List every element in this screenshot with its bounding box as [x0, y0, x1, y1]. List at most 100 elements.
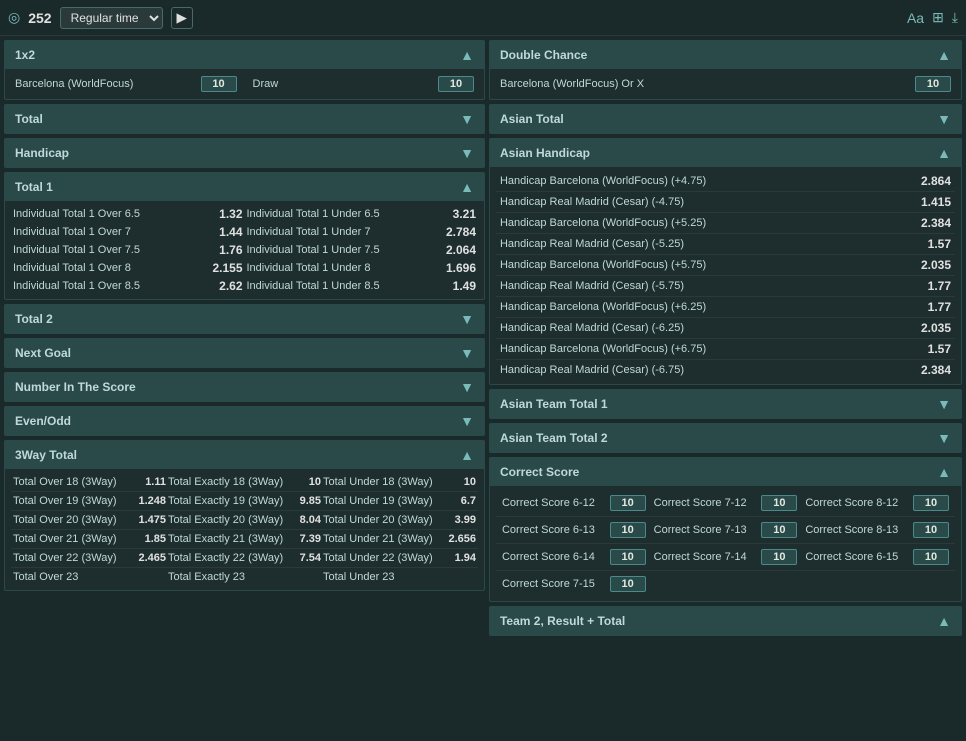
- section-asian-team-total2-header[interactable]: Asian Team Total 2 ▼: [490, 424, 961, 452]
- cs-1-1-odds[interactable]: 10: [761, 522, 797, 538]
- cs-1-2[interactable]: Correct Score 8-13 10: [801, 520, 953, 540]
- grid-button[interactable]: ⊞: [932, 9, 944, 26]
- bet-right-2[interactable]: Individual Total 1 Under 7.5 2.064: [245, 241, 479, 259]
- section-asian-handicap-header[interactable]: Asian Handicap ▲: [490, 139, 961, 167]
- cs-0-0-odds[interactable]: 10: [610, 495, 646, 511]
- download-button[interactable]: ⤓: [952, 9, 958, 26]
- cs-1-0[interactable]: Correct Score 6-13 10: [498, 520, 650, 540]
- cs-2-2[interactable]: Correct Score 6-15 10: [801, 547, 953, 567]
- section-double-chance-header[interactable]: Double Chance ▲: [490, 41, 961, 69]
- bet-3way-3-col3[interactable]: Total Under 21 (3Way) 2.656: [323, 533, 476, 545]
- bet-3way-5-col3[interactable]: Total Under 23: [323, 571, 476, 583]
- bet-left-0[interactable]: Individual Total 1 Over 6.5 1.32: [11, 205, 245, 223]
- section-3way-total-header[interactable]: 3Way Total ▲: [5, 441, 484, 469]
- bet-3way-1-col3[interactable]: Total Under 19 (3Way) 6.7: [323, 495, 476, 507]
- section-1x2-header[interactable]: 1x2 ▲: [5, 41, 484, 69]
- bet-left-3[interactable]: Individual Total 1 Over 8 2.155: [11, 259, 245, 277]
- bet-3way-4-col1[interactable]: Total Over 22 (3Way) 2.465: [13, 552, 166, 564]
- bet-3way-1-col1[interactable]: Total Over 19 (3Way) 1.248: [13, 495, 166, 507]
- section-even-odd-header[interactable]: Even/Odd ▼: [5, 407, 484, 435]
- section-total2-header[interactable]: Total 2 ▼: [5, 305, 484, 333]
- section-total-header[interactable]: Total ▼: [5, 105, 484, 133]
- bet-3way-5-col2[interactable]: Total Exactly 23: [168, 571, 321, 583]
- section-total1-header[interactable]: Total 1 ▲: [5, 173, 484, 201]
- bet-asian-h-6[interactable]: Handicap Barcelona (WorldFocus) (+6.25) …: [496, 297, 955, 318]
- bet-3way-2-col1[interactable]: Total Over 20 (3Way) 1.475: [13, 514, 166, 526]
- cs-1-1-name: Correct Score 7-13: [654, 524, 747, 536]
- bet-asian-h-8[interactable]: Handicap Barcelona (WorldFocus) (+6.75) …: [496, 339, 955, 360]
- section-asian-team-total2-arrow: ▼: [937, 430, 951, 446]
- bet-asian-h-4[interactable]: Handicap Barcelona (WorldFocus) (+5.75) …: [496, 255, 955, 276]
- section-1x2-body: Barcelona (WorldFocus) 10 Draw 10: [5, 69, 484, 99]
- bet-3way-3-col1[interactable]: Total Over 21 (3Way) 1.85: [13, 533, 166, 545]
- bet-3way-3-col2[interactable]: Total Exactly 21 (3Way) 7.39: [168, 533, 321, 545]
- section-asian-total-header[interactable]: Asian Total ▼: [490, 105, 961, 133]
- bet-right-4[interactable]: Individual Total 1 Under 8.5 1.49: [245, 277, 479, 295]
- bet-left-2[interactable]: Individual Total 1 Over 7.5 1.76: [11, 241, 245, 259]
- section-total-arrow: ▼: [460, 111, 474, 127]
- section-total1-arrow: ▲: [460, 179, 474, 195]
- section-handicap-header[interactable]: Handicap ▼: [5, 139, 484, 167]
- bet-row-barcelona[interactable]: Barcelona (WorldFocus) 10 Draw 10: [11, 73, 478, 95]
- section-asian-total: Asian Total ▼: [489, 104, 962, 134]
- cs-1-0-odds[interactable]: 10: [610, 522, 646, 538]
- bet-3way-4-col2[interactable]: Total Exactly 22 (3Way) 7.54: [168, 552, 321, 564]
- bet-left-1[interactable]: Individual Total 1 Over 7 1.44: [11, 223, 245, 241]
- section-number-score-header[interactable]: Number In The Score ▼: [5, 373, 484, 401]
- play-button[interactable]: ▶: [171, 7, 193, 29]
- bet-asian-h-2[interactable]: Handicap Barcelona (WorldFocus) (+5.25) …: [496, 213, 955, 234]
- bet-asian-h-8-odds: 1.57: [915, 342, 951, 356]
- bet-asian-h-5[interactable]: Handicap Real Madrid (Cesar) (-5.75) 1.7…: [496, 276, 955, 297]
- bet-odds-barcelona-x[interactable]: 10: [915, 76, 951, 92]
- bet-odds-left-3: 2.155: [207, 261, 243, 275]
- cs-0-2-odds[interactable]: 10: [913, 495, 949, 511]
- bet-right-3[interactable]: Individual Total 1 Under 8 1.696: [245, 259, 479, 277]
- bet-left-4[interactable]: Individual Total 1 Over 8.5 2.62: [11, 277, 245, 295]
- section-team2-result-total-header[interactable]: Team 2, Result + Total ▲: [490, 607, 961, 635]
- bet-3way-1-col2[interactable]: Total Exactly 19 (3Way) 9.85: [168, 495, 321, 507]
- bet-3way-2-col3[interactable]: Total Under 20 (3Way) 3.99: [323, 514, 476, 526]
- section-team2-result-total-title: Team 2, Result + Total: [500, 614, 625, 628]
- cs-0-2[interactable]: Correct Score 8-12 10: [801, 493, 953, 513]
- cs-2-1[interactable]: Correct Score 7-14 10: [650, 547, 802, 567]
- bet-3way-5-col1[interactable]: Total Over 23: [13, 571, 166, 583]
- cs-0-1[interactable]: Correct Score 7-12 10: [650, 493, 802, 513]
- cs-2-0-odds[interactable]: 10: [610, 549, 646, 565]
- cs-0-0[interactable]: Correct Score 6-12 10: [498, 493, 650, 513]
- time-filter-select[interactable]: Regular time: [60, 7, 163, 29]
- text-size-button[interactable]: Aa: [907, 10, 924, 26]
- cs-0-1-odds[interactable]: 10: [761, 495, 797, 511]
- section-correct-score-header[interactable]: Correct Score ▲: [490, 458, 961, 486]
- cs-2-1-odds[interactable]: 10: [761, 549, 797, 565]
- bet-pair-0: Individual Total 1 Over 6.5 1.32 Individ…: [11, 205, 478, 223]
- cs-1-1[interactable]: Correct Score 7-13 10: [650, 520, 802, 540]
- section-next-goal-header[interactable]: Next Goal ▼: [5, 339, 484, 367]
- bet-3way-4-col3[interactable]: Total Under 22 (3Way) 1.94: [323, 552, 476, 564]
- bet-right-1[interactable]: Individual Total 1 Under 7 2.784: [245, 223, 479, 241]
- cs-1-2-odds[interactable]: 10: [913, 522, 949, 538]
- bet-row-barcelona-x[interactable]: Barcelona (WorldFocus) Or X 10: [496, 73, 955, 95]
- bet-asian-h-3[interactable]: Handicap Real Madrid (Cesar) (-5.25) 1.5…: [496, 234, 955, 255]
- cs-3-0[interactable]: Correct Score 7-15 10: [498, 574, 650, 594]
- bet-odds-draw[interactable]: 10: [438, 76, 474, 92]
- bet-3way-1-col2-odds: 9.85: [289, 495, 321, 507]
- match-number: 252: [28, 10, 51, 26]
- bet-3way-0-col3[interactable]: Total Under 18 (3Way) 10: [323, 476, 476, 488]
- bet-3way-0-col1[interactable]: Total Over 18 (3Way) 1.11: [13, 476, 166, 488]
- cs-2-2-odds[interactable]: 10: [913, 549, 949, 565]
- bet-asian-h-9[interactable]: Handicap Real Madrid (Cesar) (-6.75) 2.3…: [496, 360, 955, 380]
- section-asian-team-total1-header[interactable]: Asian Team Total 1 ▼: [490, 390, 961, 418]
- bet-3way-2-col2[interactable]: Total Exactly 20 (3Way) 8.04: [168, 514, 321, 526]
- bet-3way-0-col2[interactable]: Total Exactly 18 (3Way) 10: [168, 476, 321, 488]
- bet-asian-h-0[interactable]: Handicap Barcelona (WorldFocus) (+4.75) …: [496, 171, 955, 192]
- bet-right-0[interactable]: Individual Total 1 Under 6.5 3.21: [245, 205, 479, 223]
- section-1x2: 1x2 ▲ Barcelona (WorldFocus) 10 Draw 10: [4, 40, 485, 100]
- cs-3-0-odds[interactable]: 10: [610, 576, 646, 592]
- bet-3way-0: Total Over 18 (3Way) 1.11 Total Exactly …: [11, 473, 478, 492]
- cs-2-0[interactable]: Correct Score 6-14 10: [498, 547, 650, 567]
- bet-odds-barcelona[interactable]: 10: [201, 76, 237, 92]
- bet-asian-h-9-odds: 2.384: [915, 363, 951, 377]
- main-layout: 1x2 ▲ Barcelona (WorldFocus) 10 Draw 10 …: [0, 36, 966, 741]
- bet-asian-h-7[interactable]: Handicap Real Madrid (Cesar) (-6.25) 2.0…: [496, 318, 955, 339]
- bet-asian-h-1[interactable]: Handicap Real Madrid (Cesar) (-4.75) 1.4…: [496, 192, 955, 213]
